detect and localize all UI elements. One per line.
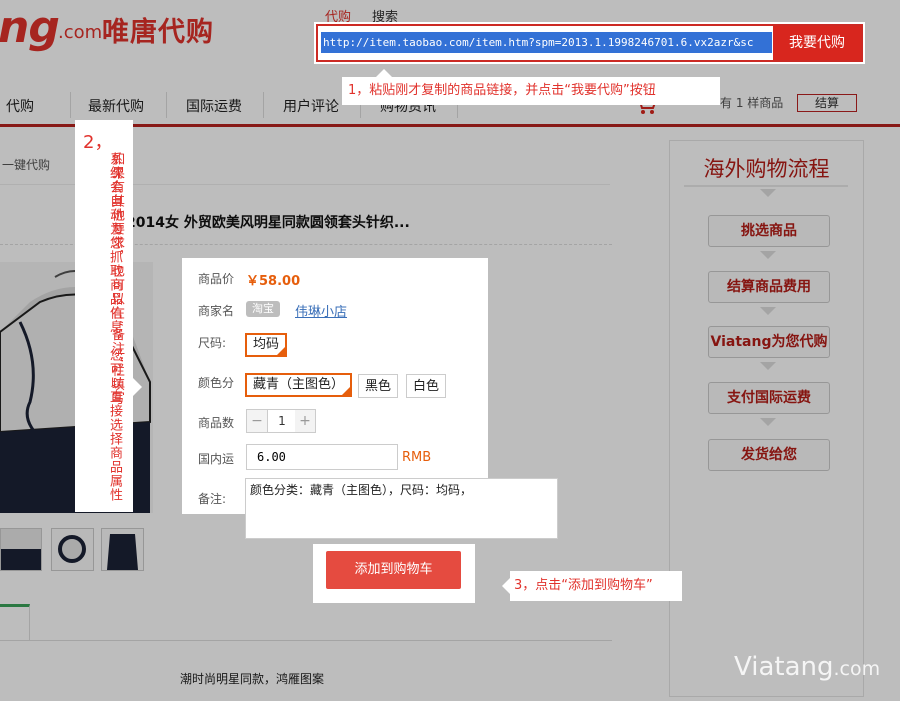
sidebar-title: 海外购物流程 bbox=[703, 157, 830, 181]
nav-item-shipping[interactable]: 国际运费 bbox=[186, 96, 242, 116]
color-option-selected[interactable]: 藏青（主图色） bbox=[245, 373, 353, 397]
callout-step2-text-b: 如果有其他要求，也可以在“备注”栏填写 bbox=[109, 152, 124, 406]
product-price: ￥58.00 bbox=[246, 274, 301, 289]
price-label: 商品价 bbox=[198, 272, 235, 286]
size-label: 尺码: bbox=[198, 336, 227, 350]
quantity-stepper: − 1 + bbox=[246, 409, 316, 433]
size-option-selected[interactable]: 均码 bbox=[245, 333, 288, 357]
add-to-cart-button[interactable]: 添加到购物车 bbox=[326, 551, 461, 589]
color-label: 颜色分 bbox=[198, 376, 235, 390]
process-step: Viatang为您代购 bbox=[708, 326, 830, 358]
chevron-down-icon bbox=[760, 307, 776, 315]
chevron-down-icon bbox=[760, 362, 776, 370]
nav-divider bbox=[263, 92, 264, 118]
chevron-down-icon bbox=[760, 418, 776, 426]
watermark-suffix: .com bbox=[833, 658, 881, 680]
breadcrumb: 一键代购 bbox=[2, 158, 51, 172]
process-step: 结算商品费用 bbox=[708, 271, 830, 303]
process-step: 支付国际运费 bbox=[708, 382, 830, 414]
process-step: 挑选商品 bbox=[708, 215, 830, 247]
url-search-box-highlighted: http://item.taobao.com/item.htm?spm=2013… bbox=[316, 24, 863, 62]
submit-daigou-button-highlighted[interactable]: 我要代购 bbox=[773, 26, 861, 60]
currency-label: RMB bbox=[402, 450, 432, 465]
note-label: 备注: bbox=[198, 492, 227, 506]
logo-mark[interactable]: ng bbox=[0, 2, 60, 53]
callout-step3: 3，点击“添加到购物车” bbox=[502, 571, 682, 601]
product-info-card: 商品价 ￥58.00 商家名 淘宝 伟琳小店 尺码: 均码 颜色分 藏青（主图色… bbox=[182, 258, 488, 514]
thumbnail[interactable] bbox=[0, 528, 42, 571]
thumbnail[interactable] bbox=[51, 528, 94, 571]
detail-tab[interactable] bbox=[0, 604, 30, 641]
nav-divider bbox=[166, 92, 167, 118]
product-title: 款2014女 外贸欧美风明星同款圆领套头针织... bbox=[112, 215, 410, 231]
process-step: 发货给您 bbox=[708, 439, 830, 471]
chevron-down-icon bbox=[760, 251, 776, 259]
chevron-down-icon bbox=[760, 189, 776, 197]
seller-label: 商家名 bbox=[198, 304, 235, 318]
plus-icon[interactable]: + bbox=[295, 410, 315, 432]
nav-item-reviews[interactable]: 用户评论 bbox=[283, 96, 339, 116]
watermark-brand: Viatang bbox=[734, 652, 834, 682]
logo-text[interactable]: 唯唐代购 bbox=[102, 10, 214, 49]
shipping-label: 国内运 bbox=[198, 452, 235, 466]
color-option[interactable]: 黑色 bbox=[358, 374, 399, 398]
callout-step1: 1，粘贴刚才复制的商品链接，并点击“我要代购”按钮 bbox=[342, 69, 720, 105]
url-input-highlighted[interactable]: http://item.taobao.com/item.htm?spm=2013… bbox=[321, 32, 772, 53]
nav-item-daigou[interactable]: 代购 bbox=[6, 96, 34, 116]
nav-divider bbox=[70, 92, 71, 118]
note-textarea[interactable]: 颜色分类：藏青（主图色），尺码：均码， bbox=[245, 478, 558, 539]
platform-badge: 淘宝 bbox=[246, 301, 280, 317]
checkout-button[interactable]: 结算 bbox=[797, 94, 857, 112]
divider bbox=[0, 640, 612, 641]
thumbnail[interactable] bbox=[101, 528, 144, 571]
add-to-cart-highlight: 添加到购物车 bbox=[313, 544, 475, 603]
quantity-value[interactable]: 1 bbox=[267, 410, 297, 432]
product-description: 潮时尚明星同款，鸿雁图案 bbox=[180, 672, 325, 686]
nav-item-latest[interactable]: 最新代购 bbox=[88, 96, 144, 116]
shop-link[interactable]: 伟琳小店 bbox=[295, 301, 347, 320]
process-sidebar: 海外购物流程 挑选商品 结算商品费用 Viatang为您代购 支付国际运费 发货… bbox=[669, 140, 864, 697]
color-option[interactable]: 白色 bbox=[406, 374, 447, 398]
shipping-input[interactable]: 6.00 bbox=[246, 444, 398, 470]
quantity-label: 商品数 bbox=[198, 416, 235, 430]
logo-com: .com bbox=[58, 22, 103, 43]
divider bbox=[684, 185, 848, 187]
minus-icon[interactable]: − bbox=[247, 410, 267, 432]
callout-step2-number: 2， bbox=[83, 132, 113, 153]
page: ng .com 唯唐代购 代购 搜索 http://item.taobao.co… bbox=[0, 0, 900, 701]
cart-count: 有 1 样商品 bbox=[720, 96, 784, 110]
watermark: Viatang.com bbox=[734, 652, 880, 682]
screenshot-frame: ng .com 唯唐代购 代购 搜索 http://item.taobao.co… bbox=[0, 0, 900, 701]
